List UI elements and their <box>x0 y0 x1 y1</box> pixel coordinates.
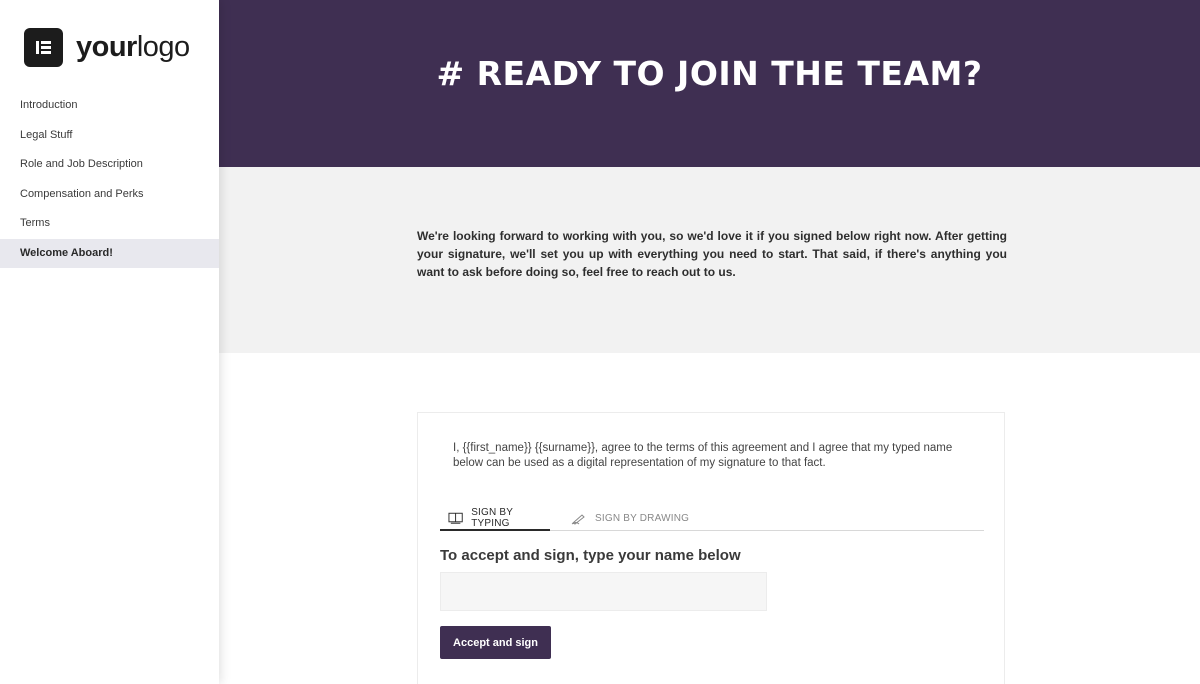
sidebar-item-compensation-and-perks[interactable]: Compensation and Perks <box>0 180 219 210</box>
signature-tabs: SIGN BY TYPING SIGN BY DRAWING <box>440 506 984 531</box>
tab-sign-by-drawing[interactable]: SIGN BY DRAWING <box>571 506 689 531</box>
signature-card: I, {{first_name}} {{surname}}, agree to … <box>417 412 1005 684</box>
tab-label: SIGN BY DRAWING <box>595 513 690 524</box>
keyboard-icon <box>448 512 463 524</box>
sidebar-item-legal-stuff[interactable]: Legal Stuff <box>0 121 219 151</box>
hero-title: # READY TO JOIN THE TEAM? <box>436 54 983 93</box>
pen-icon <box>571 513 585 525</box>
tab-label: SIGN BY TYPING <box>471 506 513 529</box>
agreement-text: I, {{first_name}} {{surname}}, agree to … <box>453 442 953 469</box>
sidebar-nav: Introduction Legal Stuff Role and Job De… <box>0 91 219 268</box>
logo[interactable]: yourlogo <box>24 28 190 67</box>
sign-prompt: To accept and sign, type your name below <box>440 547 741 564</box>
intro-text: We're looking forward to working with yo… <box>417 229 1007 279</box>
sidebar-item-role-and-job-description[interactable]: Role and Job Description <box>0 150 219 180</box>
logo-icon <box>24 28 63 67</box>
tab-sign-by-typing[interactable]: SIGN BY TYPING <box>440 506 550 531</box>
accept-and-sign-button[interactable]: Accept and sign <box>440 626 551 659</box>
sidebar-item-terms[interactable]: Terms <box>0 209 219 239</box>
sidebar-item-introduction[interactable]: Introduction <box>0 91 219 121</box>
hero-banner: # READY TO JOIN THE TEAM? <box>219 0 1200 167</box>
intro-section: We're looking forward to working with yo… <box>219 167 1200 353</box>
logo-text: yourlogo <box>76 31 190 63</box>
sidebar: yourlogo Introduction Legal Stuff Role a… <box>0 0 219 684</box>
sidebar-item-welcome-aboard[interactable]: Welcome Aboard! <box>0 238 219 268</box>
signature-name-input[interactable] <box>440 572 767 611</box>
